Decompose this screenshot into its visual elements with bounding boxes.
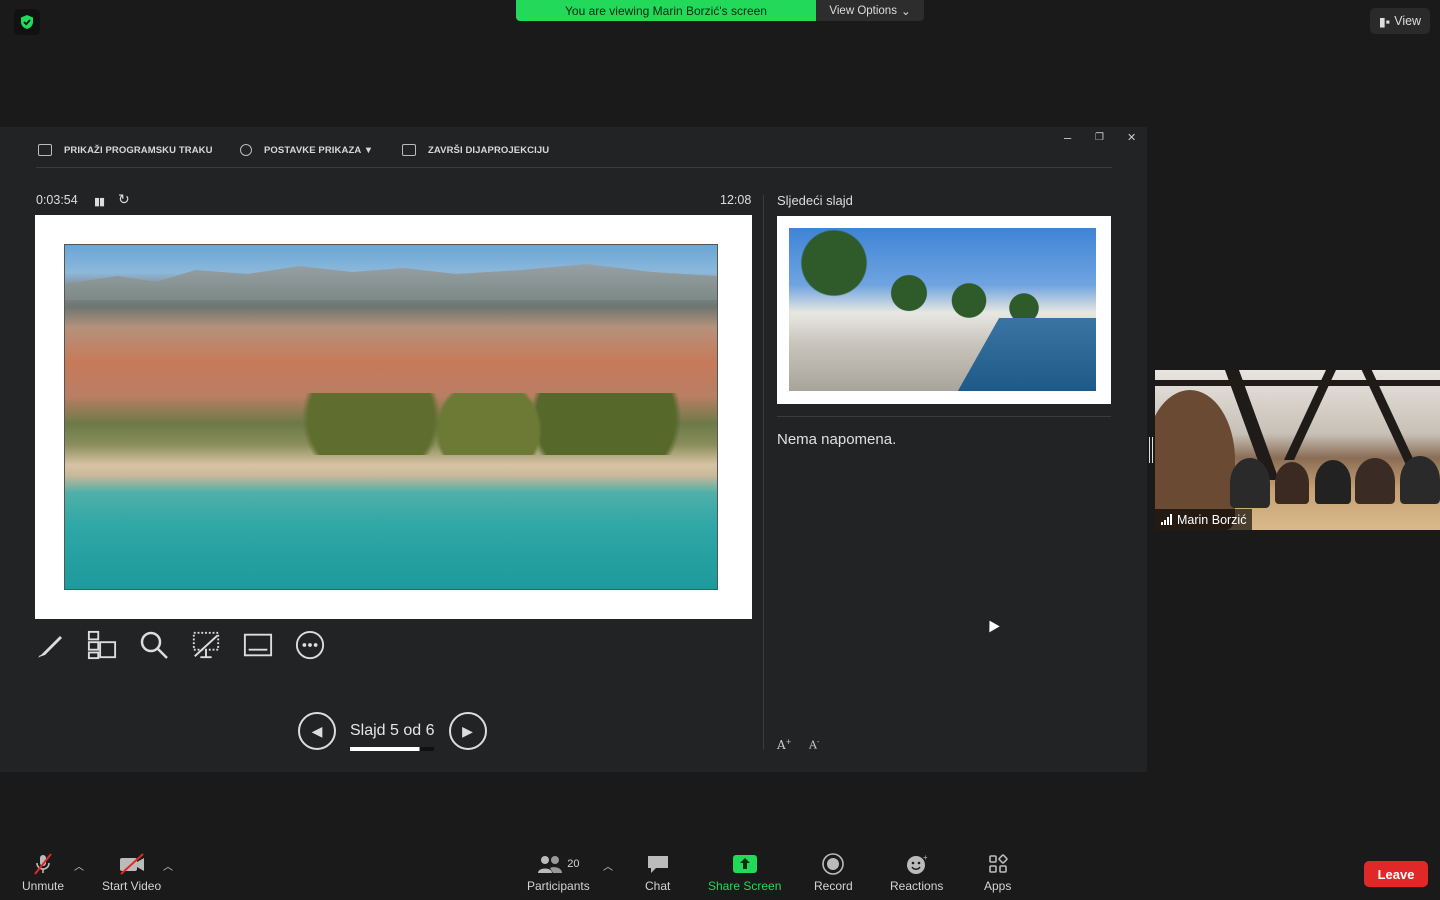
- restart-timer-icon[interactable]: ↻: [118, 191, 130, 208]
- subtitles-icon[interactable]: [243, 630, 273, 660]
- restore-button[interactable]: ❐: [1095, 132, 1104, 143]
- resize-handle[interactable]: [1149, 437, 1153, 463]
- speaker-notes: Nema napomena.: [777, 431, 897, 448]
- muted-mic-icon: [31, 853, 55, 875]
- more-options-icon[interactable]: [295, 630, 325, 660]
- participants-label: Participants: [527, 879, 590, 893]
- participants-button[interactable]: 20 Participants: [527, 853, 590, 893]
- pane-divider[interactable]: [763, 195, 764, 750]
- next-slide-header: Sljedeći slajd: [777, 193, 853, 208]
- audio-options-caret-icon[interactable]: ︿: [74, 858, 84, 873]
- chat-bubble-icon: [646, 853, 670, 875]
- next-slide-preview[interactable]: [777, 216, 1111, 404]
- presenter-view-window: – ❐ ✕ PRIKAŽI PROGRAMSKU TRAKU POSTAVKE …: [0, 127, 1147, 772]
- end-slideshow-button[interactable]: ZAVRŠI DIJAPROJEKCIJU: [402, 144, 549, 156]
- increase-font-icon[interactable]: A+: [777, 738, 792, 752]
- share-screen-label: Share Screen: [708, 879, 782, 893]
- share-screen-icon: [732, 853, 758, 875]
- riva-promenade-photo: [789, 228, 1096, 391]
- current-slide: [35, 215, 752, 619]
- view-options-label: View Options: [829, 4, 897, 17]
- elapsed-timer: 0:03:54: [36, 193, 78, 207]
- signal-strength-icon: [1161, 514, 1172, 525]
- reactions-label: Reactions: [890, 879, 944, 893]
- unmute-button[interactable]: Unmute: [22, 853, 64, 893]
- taskbar-icon: [38, 144, 52, 156]
- pause-timer-icon[interactable]: ▮▮: [94, 195, 105, 208]
- chevron-down-icon: ⌄: [900, 5, 911, 18]
- toolbar-divider: [36, 167, 1112, 168]
- video-off-icon: [118, 853, 146, 875]
- display-settings-icon: [240, 144, 252, 156]
- display-settings-button[interactable]: POSTAVKE PRIKAZA ▼: [240, 144, 373, 156]
- apps-icon: [987, 853, 1009, 875]
- zoom-icon[interactable]: [139, 630, 169, 660]
- security-shield-icon[interactable]: [14, 9, 40, 35]
- participant-video-tile[interactable]: Marin Borzić: [1155, 370, 1440, 530]
- record-icon: [822, 853, 845, 875]
- slide-progress-bar: [350, 747, 434, 751]
- next-slide-button[interactable]: ▶: [448, 712, 487, 750]
- show-taskbar-button[interactable]: PRIKAŽI PROGRAMSKU TRAKU: [38, 144, 213, 156]
- participants-icon: 20: [537, 853, 579, 875]
- record-label: Record: [814, 879, 853, 893]
- unmute-label: Unmute: [22, 879, 65, 893]
- notes-divider: [777, 416, 1111, 417]
- share-screen-button[interactable]: Share Screen: [708, 853, 781, 893]
- chat-label: Chat: [645, 879, 671, 893]
- reactions-button[interactable]: + Reactions: [890, 853, 943, 893]
- show-taskbar-label: PRIKAŽI PROGRAMSKU TRAKU: [64, 144, 213, 156]
- view-button-label: View: [1394, 14, 1422, 28]
- screen-share-banner: You are viewing Marin Borzić's screen: [516, 0, 816, 21]
- apps-label: Apps: [984, 879, 1012, 893]
- record-button[interactable]: Record: [814, 853, 853, 893]
- previous-slide-button[interactable]: ◀: [298, 712, 336, 750]
- view-button[interactable]: ▮▪ View: [1370, 8, 1430, 34]
- end-slideshow-label: ZAVRŠI DIJAPROJEKCIJU: [428, 144, 550, 156]
- apps-button[interactable]: Apps: [984, 853, 1011, 893]
- slide-tools: [35, 627, 325, 663]
- participants-caret-icon[interactable]: ︿: [603, 858, 613, 873]
- svg-text:+: +: [923, 853, 928, 862]
- start-video-button[interactable]: Start Video: [102, 853, 161, 893]
- video-options-caret-icon[interactable]: ︿: [163, 858, 173, 873]
- participants-count: 20: [567, 858, 580, 870]
- slide-counter: Slajd 5 od 6: [350, 722, 435, 751]
- start-video-label: Start Video: [102, 879, 162, 893]
- arrow-left-icon: ◀: [311, 722, 323, 739]
- pen-icon[interactable]: [35, 630, 65, 660]
- display-settings-label: POSTAVKE PRIKAZA ▼: [264, 144, 374, 156]
- participant-name: Marin Borzić: [1177, 512, 1247, 527]
- end-slideshow-icon: [402, 144, 416, 156]
- view-options-button[interactable]: View Options ⌄: [816, 0, 924, 21]
- participant-name-label: Marin Borzić: [1155, 509, 1253, 530]
- black-screen-icon[interactable]: [191, 630, 221, 660]
- current-time: 12:08: [720, 193, 752, 207]
- minimize-button[interactable]: –: [1064, 130, 1071, 145]
- meeting-controls-bar: Unmute ︿ Start Video ︿ 20 Participants ︿…: [0, 846, 1440, 900]
- slide-navigation: ◀ Slajd 5 od 6 ▶: [298, 712, 487, 751]
- arrow-right-icon: ▶: [462, 722, 473, 739]
- split-aerial-photo: [64, 244, 718, 590]
- leave-button[interactable]: Leave: [1364, 861, 1428, 887]
- see-all-slides-icon[interactable]: [87, 630, 117, 660]
- chat-button[interactable]: Chat: [645, 853, 670, 893]
- view-layout-icon: ▮▪: [1378, 14, 1391, 29]
- slide-counter-text: Slajd 5 od 6: [350, 722, 435, 739]
- reactions-smiley-icon: +: [905, 853, 929, 875]
- close-button[interactable]: ✕: [1127, 131, 1136, 144]
- decrease-font-icon[interactable]: A-: [809, 738, 819, 752]
